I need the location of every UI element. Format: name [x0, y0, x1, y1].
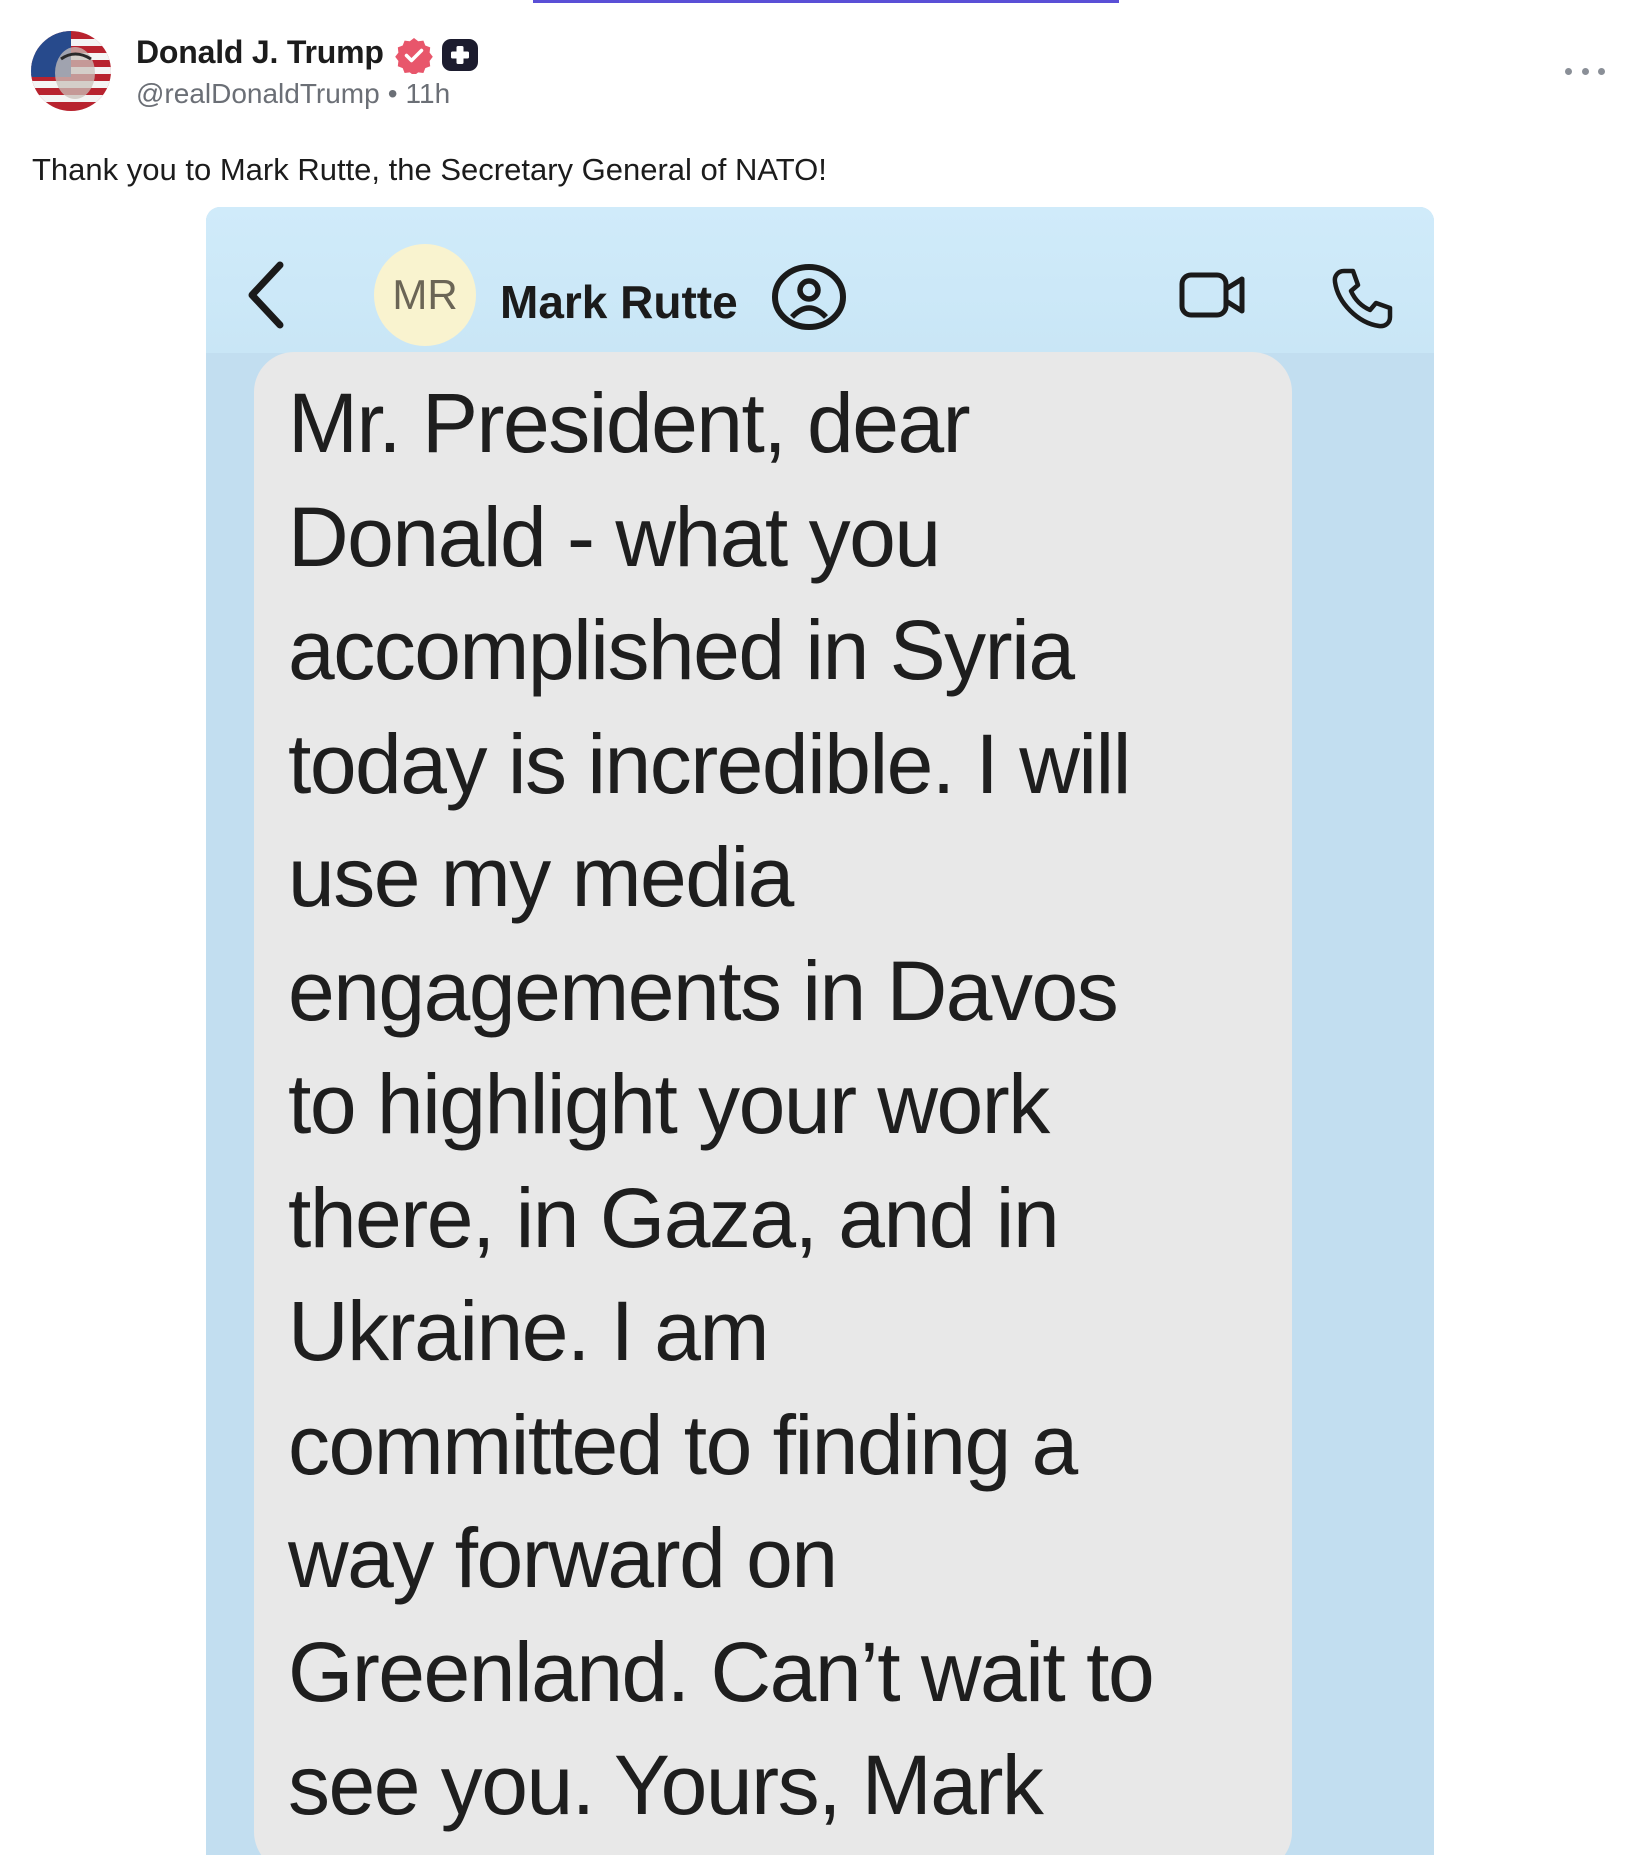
post-image[interactable]: MR Mark Rutte Mr. President, dear Donald…	[206, 207, 1434, 1855]
video-call-icon	[1179, 272, 1245, 318]
author-meta: @realDonaldTrump • 11h	[136, 78, 450, 110]
author-name[interactable]: Donald J. Trump	[136, 34, 384, 71]
message-text: Mr. President, dear Donald - what you ac…	[288, 376, 1155, 1832]
back-icon	[248, 261, 284, 329]
contact-name: Mark Rutte	[500, 276, 738, 328]
post-card: Donald J. Trump @realDonaldTrump • 11h Tha…	[0, 0, 1640, 1855]
chat-header: MR Mark Rutte	[206, 207, 1434, 353]
contact-verified-icon	[772, 264, 846, 330]
more-options-icon[interactable]	[1565, 56, 1605, 86]
dot	[1598, 67, 1605, 75]
plus-badge-icon	[442, 39, 478, 71]
verified-badge-icon	[395, 38, 433, 74]
author-handle[interactable]: @realDonaldTrump	[136, 78, 380, 109]
post-time[interactable]: 11h	[406, 78, 451, 109]
contact-avatar: MR	[374, 244, 476, 346]
post-text: Thank you to Mark Rutte, the Secretary G…	[32, 152, 827, 187]
phone-icon	[1332, 268, 1393, 329]
meta-separator: •	[387, 78, 398, 109]
dot	[1581, 67, 1589, 75]
author-avatar[interactable]	[31, 31, 111, 111]
dot	[1565, 67, 1572, 75]
